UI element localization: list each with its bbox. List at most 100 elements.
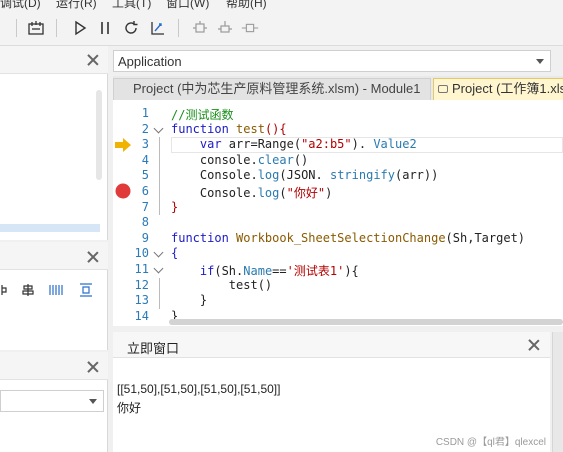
scrollbar[interactable] bbox=[96, 90, 102, 180]
breakpoint-icon[interactable] bbox=[114, 182, 132, 200]
code-token: Name bbox=[243, 264, 273, 278]
code-token: Value2 bbox=[373, 137, 417, 152]
fold-toggle-icon[interactable] bbox=[154, 264, 164, 274]
code-token: (Sh,Target) bbox=[445, 230, 526, 245]
code-line[interactable]: function test(){ bbox=[171, 122, 287, 136]
code-token: ) bbox=[325, 186, 333, 200]
code-token: Range bbox=[257, 137, 294, 152]
close-icon[interactable] bbox=[86, 250, 100, 264]
locals-header bbox=[0, 352, 108, 380]
fold-guide bbox=[159, 137, 160, 216]
toolbar-separator bbox=[178, 19, 179, 37]
scrollbar-thumb[interactable] bbox=[169, 319, 563, 325]
code-token: } bbox=[171, 199, 179, 214]
code-token: function bbox=[171, 230, 229, 245]
chevron-down-icon bbox=[536, 59, 544, 64]
code-token: if bbox=[171, 264, 215, 278]
toolbar-separator bbox=[16, 19, 17, 37]
tab-label: Project (工作簿1.xlsm bbox=[452, 81, 563, 96]
code-token: (Sh. bbox=[214, 264, 244, 278]
editor-tabs: Project (中为芯生产原料管理系统.xlsm) - Module1 Pro… bbox=[113, 76, 563, 100]
locals-dropdown[interactable] bbox=[0, 390, 104, 412]
immediate-window-title: 立即窗口 bbox=[127, 341, 180, 356]
code-line[interactable]: console.clear() bbox=[171, 153, 308, 167]
code-line[interactable]: //测试函数 bbox=[171, 106, 233, 123]
code-line[interactable]: } bbox=[171, 200, 178, 214]
code-token: var bbox=[171, 137, 222, 152]
immediate-output-line: [[51,50],[51,50],[51,50],[51,50]] bbox=[117, 382, 281, 396]
code-line[interactable]: { bbox=[171, 246, 178, 260]
close-icon[interactable] bbox=[86, 360, 100, 374]
immediate-window[interactable]: [[51,50],[51,50],[51,50],[51,50]] 你好 CSD… bbox=[113, 358, 550, 452]
align-tools-icon[interactable] bbox=[0, 282, 108, 298]
code-token: { bbox=[171, 246, 179, 261]
code-token: } bbox=[171, 293, 208, 308]
line-number: 1 bbox=[141, 106, 149, 120]
immediate-window-header: 立即窗口 bbox=[113, 332, 550, 358]
execution-arrow-icon bbox=[115, 138, 131, 152]
horizontal-scrollbar[interactable] bbox=[169, 319, 563, 325]
code-line[interactable]: test() bbox=[171, 278, 272, 292]
code-line[interactable]: Console.log("你好") bbox=[171, 184, 332, 201]
menu-bar: 调试(D) 运行(R) 工具(T) 窗口(W) 帮助(H) bbox=[0, 0, 563, 10]
code-token: Console. bbox=[171, 168, 258, 183]
code-token: '测试表1' bbox=[286, 264, 345, 278]
line-number: 5 bbox=[141, 168, 149, 183]
code-token: == bbox=[272, 264, 287, 278]
fold-toggle-icon[interactable] bbox=[154, 124, 164, 134]
object-select[interactable]: Application bbox=[113, 50, 551, 72]
code-line[interactable]: Console.log(JSON. stringify(arr)) bbox=[171, 168, 438, 182]
run-icon[interactable] bbox=[70, 18, 90, 38]
step-into-icon[interactable] bbox=[190, 18, 210, 38]
code-line[interactable]: } bbox=[171, 293, 207, 307]
step-over-icon[interactable] bbox=[215, 18, 235, 38]
code-token: ). bbox=[351, 137, 374, 152]
menu-item-run[interactable]: 运行(R) bbox=[56, 0, 97, 10]
step-out-icon[interactable] bbox=[240, 18, 260, 38]
menu-item-debug[interactable]: 调试(D) bbox=[0, 0, 41, 10]
code-line[interactable]: var arr=Range("a2:b5"). Value2 bbox=[171, 137, 417, 151]
line-number: 8 bbox=[141, 215, 149, 230]
object-select-value: Application bbox=[118, 54, 182, 69]
line-number: 10 bbox=[134, 246, 149, 261]
code-line[interactable]: if(Sh.Name=='测试表1'){ bbox=[171, 262, 359, 279]
right-panel-edge bbox=[552, 332, 563, 452]
line-number: 4 bbox=[141, 152, 149, 167]
pause-icon[interactable] bbox=[95, 18, 115, 38]
tab-workbook1[interactable]: Project (工作簿1.xlsm bbox=[433, 78, 563, 100]
code-token: console. bbox=[171, 152, 258, 167]
close-icon[interactable] bbox=[527, 338, 541, 352]
code-token: //测试函数 bbox=[171, 108, 234, 122]
code-token: (){ bbox=[264, 121, 287, 136]
line-number: 9 bbox=[141, 230, 149, 245]
toolbox-header bbox=[0, 242, 108, 270]
close-icon[interactable] bbox=[86, 53, 100, 67]
line-gutter: 1 2 3 4 5 6 7 8 9 10 11 12 13 14 bbox=[113, 100, 169, 326]
code-token: log bbox=[257, 186, 280, 200]
code-editor[interactable]: 1 2 3 4 5 6 7 8 9 10 11 12 13 14 //测试函数 function test(… bbox=[113, 100, 563, 326]
tab-module1[interactable]: Project (中为芯生产原料管理系统.xlsm) - Module1 bbox=[113, 78, 431, 100]
insert-module-icon[interactable] bbox=[26, 18, 46, 38]
reset-icon[interactable] bbox=[121, 18, 141, 38]
code-token: () bbox=[293, 152, 309, 167]
fold-toggle-icon[interactable] bbox=[154, 248, 164, 258]
code-token: clear bbox=[257, 152, 294, 167]
code-line[interactable]: function Workbook_SheetSelectionChange(S… bbox=[171, 231, 525, 245]
project-explorer-pane bbox=[0, 46, 108, 240]
tab-label: Project (中为芯生产原料管理系统.xlsm) - Module1 bbox=[133, 81, 421, 96]
menu-item-tools[interactable]: 工具(T) bbox=[112, 0, 151, 10]
line-number: 2 bbox=[141, 121, 149, 136]
code-token: function bbox=[171, 121, 229, 136]
code-token: (arr)) bbox=[395, 168, 439, 183]
toolbar-separator bbox=[56, 19, 57, 37]
code-token: arr= bbox=[221, 137, 258, 152]
line-number: 13 bbox=[134, 293, 149, 308]
design-mode-icon[interactable] bbox=[148, 18, 168, 38]
selection-highlight bbox=[0, 224, 100, 232]
code-token: "你好" bbox=[286, 186, 326, 200]
menu-item-window[interactable]: 窗口(W) bbox=[166, 0, 209, 10]
menu-item-help[interactable]: 帮助(H) bbox=[226, 0, 267, 10]
project-explorer-header bbox=[0, 46, 108, 74]
